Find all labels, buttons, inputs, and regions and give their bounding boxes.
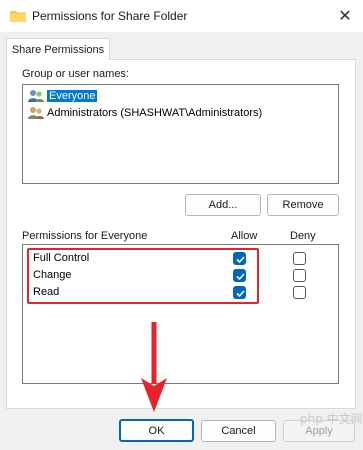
users-icon xyxy=(28,89,44,102)
add-button[interactable]: Add... xyxy=(185,194,261,216)
allow-column-header: Allow xyxy=(231,230,258,242)
permission-name: Full Control xyxy=(33,252,90,264)
permissions-label: Permissions for Everyone xyxy=(22,230,148,242)
cancel-button[interactable]: Cancel xyxy=(201,420,276,442)
group-name: Administrators (SHASHWAT\Administrators) xyxy=(47,106,263,119)
users-icon xyxy=(28,106,44,119)
remove-button-label: Remove xyxy=(282,199,324,211)
add-button-label: Add... xyxy=(208,199,238,211)
tab-share-permissions[interactable]: Share Permissions xyxy=(6,38,110,60)
permission-row-full-control: Full Control xyxy=(23,250,338,267)
tab-label: Share Permissions xyxy=(11,43,105,56)
deny-column-header: Deny xyxy=(290,230,316,242)
deny-checkbox[interactable] xyxy=(293,269,306,282)
group-list[interactable]: Everyone Administrators (SHASHWAT\Admini… xyxy=(22,84,339,184)
folder-icon xyxy=(10,11,26,22)
permission-row-change: Change xyxy=(23,267,338,284)
ok-button[interactable]: OK xyxy=(119,419,194,442)
group-name: Everyone xyxy=(47,89,98,102)
dialog-titlebar: Permissions for Share Folder ✕ xyxy=(0,0,363,32)
close-icon: ✕ xyxy=(338,8,352,25)
deny-checkbox[interactable] xyxy=(293,286,306,299)
annotation-arrow-icon xyxy=(141,322,167,412)
deny-checkbox[interactable] xyxy=(293,252,306,265)
dialog-title: Permissions for Share Folder xyxy=(32,9,188,23)
close-button[interactable]: ✕ xyxy=(333,4,357,28)
allow-checkbox[interactable] xyxy=(233,269,246,282)
list-item-everyone[interactable]: Everyone xyxy=(24,87,98,104)
list-item-administrators[interactable]: Administrators (SHASHWAT\Administrators) xyxy=(24,104,262,121)
allow-checkbox[interactable] xyxy=(233,252,246,265)
permissions-list: Full Control Change Read xyxy=(22,244,339,384)
watermark-text: php 中文网 xyxy=(300,412,363,426)
permission-row-read: Read xyxy=(23,284,338,301)
group-list-label: Group or user names: xyxy=(22,68,129,80)
cancel-button-label: Cancel xyxy=(221,425,256,437)
ok-button-label: OK xyxy=(148,424,165,437)
allow-checkbox[interactable] xyxy=(233,286,246,299)
permission-name: Change xyxy=(33,269,72,281)
permission-name: Read xyxy=(33,286,60,298)
remove-button[interactable]: Remove xyxy=(267,194,339,216)
